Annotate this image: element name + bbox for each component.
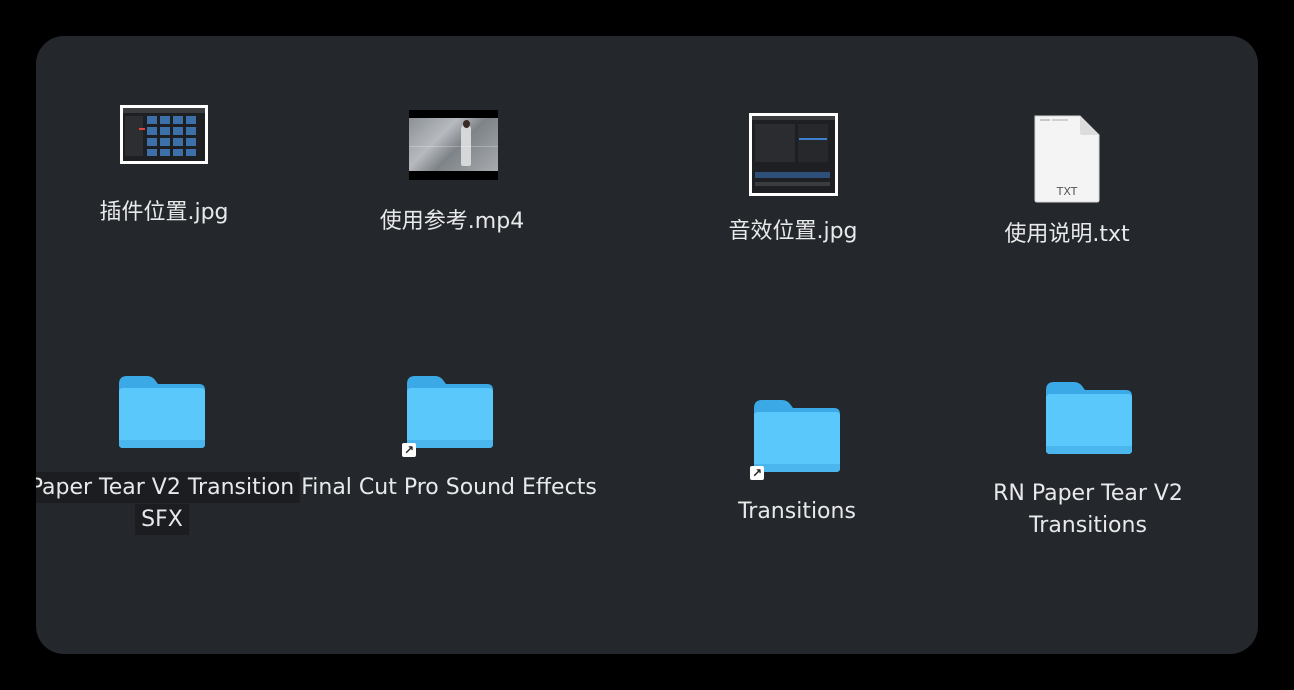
folder-name-label: Paper Tear V2 Transition — [36, 472, 301, 503]
file-name-label: 使用参考.mp4 — [379, 209, 525, 234]
alias-arrow-icon: ↗ — [750, 466, 764, 480]
folder-name-label: Final Cut Pro Sound Effects — [301, 475, 597, 500]
svg-text:TXT: TXT — [1056, 185, 1078, 198]
folder-icon — [119, 376, 205, 448]
folder-name-label: RN Paper Tear V2 — [993, 481, 1183, 506]
image-thumbnail-icon — [120, 105, 208, 164]
folder-icon — [1046, 382, 1132, 454]
file-name-label: 音效位置.jpg — [728, 219, 858, 244]
folder-alias-icon — [407, 376, 493, 448]
video-thumbnail-icon — [409, 110, 498, 180]
folder-name-label-line2: SFX — [135, 504, 189, 535]
finder-window: 插件位置.jpg 使用参考.mp4 音效位置.jpg TXT 使用说明.txt … — [36, 36, 1258, 654]
folder-alias-icon — [754, 400, 840, 472]
folder-name-label-line2: Transitions — [1029, 513, 1147, 538]
folder-name-label: Transitions — [738, 499, 856, 524]
alias-arrow-icon: ↗ — [402, 443, 416, 457]
text-document-icon: TXT — [1034, 115, 1100, 203]
image-thumbnail-icon — [749, 113, 838, 196]
file-name-label: 使用说明.txt — [1004, 222, 1130, 247]
file-name-label: 插件位置.jpg — [99, 200, 229, 225]
